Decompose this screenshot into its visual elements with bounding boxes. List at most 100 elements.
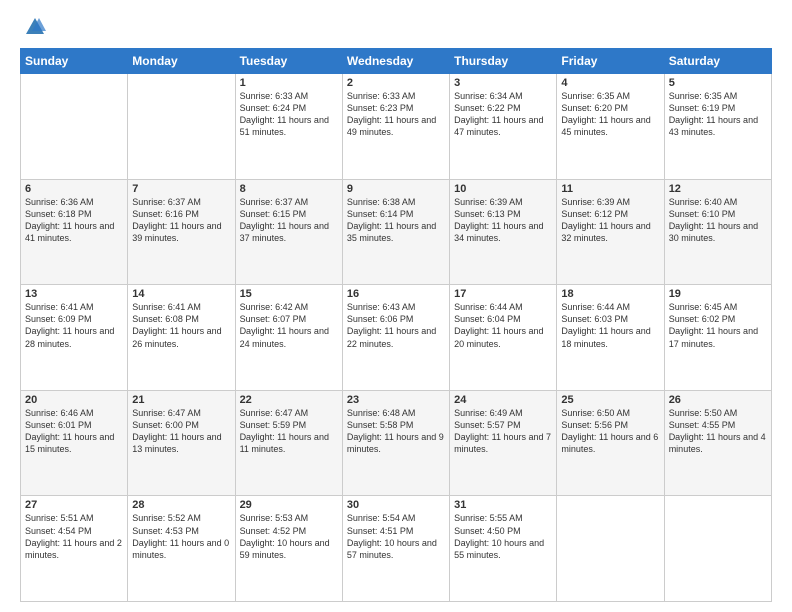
calendar-week-3: 13Sunrise: 6:41 AM Sunset: 6:09 PM Dayli… — [21, 285, 772, 391]
day-number: 14 — [132, 288, 230, 300]
calendar-week-4: 20Sunrise: 6:46 AM Sunset: 6:01 PM Dayli… — [21, 390, 772, 496]
calendar-header-thursday: Thursday — [450, 49, 557, 74]
calendar-header-tuesday: Tuesday — [235, 49, 342, 74]
day-number: 29 — [240, 499, 338, 511]
day-number: 28 — [132, 499, 230, 511]
day-info: Sunrise: 5:50 AM Sunset: 4:55 PM Dayligh… — [669, 407, 767, 456]
day-info: Sunrise: 5:53 AM Sunset: 4:52 PM Dayligh… — [240, 512, 338, 561]
day-number: 17 — [454, 288, 552, 300]
day-number: 23 — [347, 394, 445, 406]
day-number: 25 — [561, 394, 659, 406]
day-info: Sunrise: 6:40 AM Sunset: 6:10 PM Dayligh… — [669, 196, 767, 245]
calendar-cell: 22Sunrise: 6:47 AM Sunset: 5:59 PM Dayli… — [235, 390, 342, 496]
day-info: Sunrise: 6:41 AM Sunset: 6:09 PM Dayligh… — [25, 301, 123, 350]
calendar-cell: 10Sunrise: 6:39 AM Sunset: 6:13 PM Dayli… — [450, 179, 557, 285]
day-number: 26 — [669, 394, 767, 406]
day-info: Sunrise: 6:33 AM Sunset: 6:24 PM Dayligh… — [240, 90, 338, 139]
day-info: Sunrise: 6:35 AM Sunset: 6:20 PM Dayligh… — [561, 90, 659, 139]
day-number: 5 — [669, 77, 767, 89]
day-info: Sunrise: 5:54 AM Sunset: 4:51 PM Dayligh… — [347, 512, 445, 561]
calendar-cell — [128, 74, 235, 180]
calendar-cell: 14Sunrise: 6:41 AM Sunset: 6:08 PM Dayli… — [128, 285, 235, 391]
day-number: 11 — [561, 183, 659, 195]
calendar-cell: 27Sunrise: 5:51 AM Sunset: 4:54 PM Dayli… — [21, 496, 128, 602]
day-number: 6 — [25, 183, 123, 195]
calendar-cell: 7Sunrise: 6:37 AM Sunset: 6:16 PM Daylig… — [128, 179, 235, 285]
day-number: 16 — [347, 288, 445, 300]
calendar-cell: 23Sunrise: 6:48 AM Sunset: 5:58 PM Dayli… — [342, 390, 449, 496]
day-info: Sunrise: 6:35 AM Sunset: 6:19 PM Dayligh… — [669, 90, 767, 139]
day-info: Sunrise: 6:39 AM Sunset: 6:13 PM Dayligh… — [454, 196, 552, 245]
day-number: 1 — [240, 77, 338, 89]
day-info: Sunrise: 6:50 AM Sunset: 5:56 PM Dayligh… — [561, 407, 659, 456]
calendar-cell: 9Sunrise: 6:38 AM Sunset: 6:14 PM Daylig… — [342, 179, 449, 285]
day-info: Sunrise: 6:48 AM Sunset: 5:58 PM Dayligh… — [347, 407, 445, 456]
day-info: Sunrise: 6:47 AM Sunset: 5:59 PM Dayligh… — [240, 407, 338, 456]
calendar-header-friday: Friday — [557, 49, 664, 74]
calendar-cell: 1Sunrise: 6:33 AM Sunset: 6:24 PM Daylig… — [235, 74, 342, 180]
calendar-cell: 21Sunrise: 6:47 AM Sunset: 6:00 PM Dayli… — [128, 390, 235, 496]
day-info: Sunrise: 6:42 AM Sunset: 6:07 PM Dayligh… — [240, 301, 338, 350]
calendar-header-monday: Monday — [128, 49, 235, 74]
calendar-cell: 20Sunrise: 6:46 AM Sunset: 6:01 PM Dayli… — [21, 390, 128, 496]
header — [20, 16, 772, 38]
day-number: 8 — [240, 183, 338, 195]
day-number: 3 — [454, 77, 552, 89]
day-number: 20 — [25, 394, 123, 406]
day-info: Sunrise: 6:37 AM Sunset: 6:16 PM Dayligh… — [132, 196, 230, 245]
calendar-cell: 25Sunrise: 6:50 AM Sunset: 5:56 PM Dayli… — [557, 390, 664, 496]
calendar-cell: 24Sunrise: 6:49 AM Sunset: 5:57 PM Dayli… — [450, 390, 557, 496]
day-number: 27 — [25, 499, 123, 511]
day-info: Sunrise: 6:36 AM Sunset: 6:18 PM Dayligh… — [25, 196, 123, 245]
calendar-cell: 18Sunrise: 6:44 AM Sunset: 6:03 PM Dayli… — [557, 285, 664, 391]
calendar-cell: 16Sunrise: 6:43 AM Sunset: 6:06 PM Dayli… — [342, 285, 449, 391]
day-number: 9 — [347, 183, 445, 195]
calendar-cell: 6Sunrise: 6:36 AM Sunset: 6:18 PM Daylig… — [21, 179, 128, 285]
day-info: Sunrise: 6:44 AM Sunset: 6:03 PM Dayligh… — [561, 301, 659, 350]
calendar-cell: 30Sunrise: 5:54 AM Sunset: 4:51 PM Dayli… — [342, 496, 449, 602]
day-info: Sunrise: 6:45 AM Sunset: 6:02 PM Dayligh… — [669, 301, 767, 350]
day-info: Sunrise: 6:34 AM Sunset: 6:22 PM Dayligh… — [454, 90, 552, 139]
logo-icon — [24, 16, 46, 38]
day-number: 22 — [240, 394, 338, 406]
day-info: Sunrise: 6:47 AM Sunset: 6:00 PM Dayligh… — [132, 407, 230, 456]
day-number: 31 — [454, 499, 552, 511]
calendar-cell: 4Sunrise: 6:35 AM Sunset: 6:20 PM Daylig… — [557, 74, 664, 180]
calendar-header-wednesday: Wednesday — [342, 49, 449, 74]
calendar-cell: 5Sunrise: 6:35 AM Sunset: 6:19 PM Daylig… — [664, 74, 771, 180]
calendar-cell — [21, 74, 128, 180]
calendar-cell: 26Sunrise: 5:50 AM Sunset: 4:55 PM Dayli… — [664, 390, 771, 496]
calendar-header-sunday: Sunday — [21, 49, 128, 74]
logo — [20, 16, 46, 38]
calendar-cell: 13Sunrise: 6:41 AM Sunset: 6:09 PM Dayli… — [21, 285, 128, 391]
day-number: 21 — [132, 394, 230, 406]
calendar-table: SundayMondayTuesdayWednesdayThursdayFrid… — [20, 48, 772, 602]
day-info: Sunrise: 5:55 AM Sunset: 4:50 PM Dayligh… — [454, 512, 552, 561]
calendar-cell — [664, 496, 771, 602]
day-info: Sunrise: 6:43 AM Sunset: 6:06 PM Dayligh… — [347, 301, 445, 350]
calendar-week-2: 6Sunrise: 6:36 AM Sunset: 6:18 PM Daylig… — [21, 179, 772, 285]
day-info: Sunrise: 6:33 AM Sunset: 6:23 PM Dayligh… — [347, 90, 445, 139]
day-number: 30 — [347, 499, 445, 511]
day-info: Sunrise: 6:37 AM Sunset: 6:15 PM Dayligh… — [240, 196, 338, 245]
day-info: Sunrise: 6:44 AM Sunset: 6:04 PM Dayligh… — [454, 301, 552, 350]
day-number: 4 — [561, 77, 659, 89]
calendar-week-5: 27Sunrise: 5:51 AM Sunset: 4:54 PM Dayli… — [21, 496, 772, 602]
day-number: 15 — [240, 288, 338, 300]
day-number: 10 — [454, 183, 552, 195]
day-info: Sunrise: 5:52 AM Sunset: 4:53 PM Dayligh… — [132, 512, 230, 561]
page: SundayMondayTuesdayWednesdayThursdayFrid… — [0, 0, 792, 612]
calendar-cell: 11Sunrise: 6:39 AM Sunset: 6:12 PM Dayli… — [557, 179, 664, 285]
calendar-cell: 15Sunrise: 6:42 AM Sunset: 6:07 PM Dayli… — [235, 285, 342, 391]
day-info: Sunrise: 6:46 AM Sunset: 6:01 PM Dayligh… — [25, 407, 123, 456]
calendar-week-1: 1Sunrise: 6:33 AM Sunset: 6:24 PM Daylig… — [21, 74, 772, 180]
day-info: Sunrise: 6:39 AM Sunset: 6:12 PM Dayligh… — [561, 196, 659, 245]
calendar-cell: 8Sunrise: 6:37 AM Sunset: 6:15 PM Daylig… — [235, 179, 342, 285]
calendar-cell: 3Sunrise: 6:34 AM Sunset: 6:22 PM Daylig… — [450, 74, 557, 180]
day-number: 7 — [132, 183, 230, 195]
day-number: 19 — [669, 288, 767, 300]
day-info: Sunrise: 6:41 AM Sunset: 6:08 PM Dayligh… — [132, 301, 230, 350]
day-info: Sunrise: 6:49 AM Sunset: 5:57 PM Dayligh… — [454, 407, 552, 456]
day-number: 18 — [561, 288, 659, 300]
calendar-header-row: SundayMondayTuesdayWednesdayThursdayFrid… — [21, 49, 772, 74]
